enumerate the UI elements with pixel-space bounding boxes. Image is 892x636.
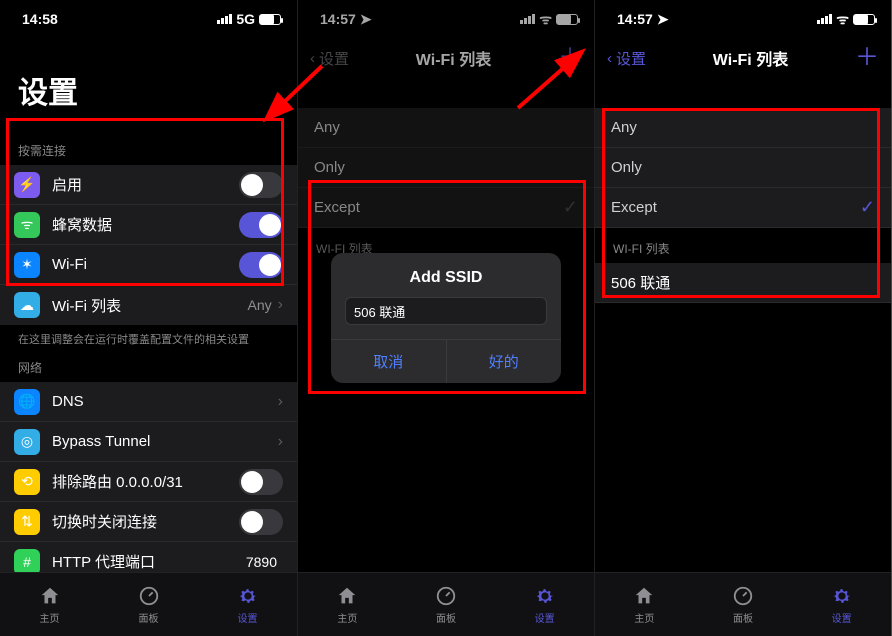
wifi-icon: ✶ bbox=[14, 252, 40, 278]
demand-note: 在这里调整会在运行时覆盖配置文件的相关设置 bbox=[0, 325, 297, 347]
option-except[interactable]: Except ✓ bbox=[595, 188, 891, 228]
wifi-item[interactable]: 506 联通 bbox=[595, 263, 891, 303]
row-http-port[interactable]: # HTTP 代理端口 7890 bbox=[0, 542, 297, 572]
location-icon: ➤ bbox=[360, 11, 372, 28]
chevron-left-icon: ‹ bbox=[310, 50, 315, 67]
battery-icon bbox=[556, 14, 578, 25]
screen-wifi-list-result: 14:57 ➤ ᯤ ‹ 设置 Wi-Fi 列表 ＋ Any Only Excep… bbox=[594, 0, 891, 636]
signal-icon bbox=[217, 14, 232, 24]
car-icon: ☁ bbox=[14, 292, 40, 318]
gauge-icon bbox=[732, 585, 754, 607]
tab-settings[interactable]: 设置 bbox=[198, 573, 297, 636]
screen-wifi-list-modal: 14:57 ➤ ᯤ ‹ 设置 Wi-Fi 列表 ＋ Any Only Excep… bbox=[297, 0, 594, 636]
tunnel-icon: ◎ bbox=[14, 429, 40, 455]
network-group: 🌐 DNS › ◎ Bypass Tunnel › ⟲ 排除路由 0.0.0.0… bbox=[0, 382, 297, 572]
gear-icon bbox=[534, 585, 556, 607]
home-icon bbox=[39, 585, 61, 607]
row-wifi-list[interactable]: ☁ Wi-Fi 列表 Any › bbox=[0, 285, 297, 325]
hash-icon: # bbox=[14, 549, 40, 573]
wifi-status-icon: ᯤ bbox=[539, 10, 552, 29]
nav-bar: ‹ 设置 Wi-Fi 列表 ＋ bbox=[595, 38, 891, 78]
home-icon bbox=[633, 585, 655, 607]
tab-home[interactable]: 主页 bbox=[595, 573, 694, 636]
row-enable[interactable]: ⚡ 启用 bbox=[0, 165, 297, 205]
option-only[interactable]: Only bbox=[595, 148, 891, 188]
wifi-status-icon: ᯤ bbox=[836, 10, 849, 29]
battery-icon bbox=[853, 14, 875, 25]
signal-icon bbox=[817, 14, 832, 24]
demand-group: ⚡ 启用 ᯤ 蜂窝数据 ✶ Wi-Fi ☁ Wi-Fi 列表 An bbox=[0, 165, 297, 325]
tab-home[interactable]: 主页 bbox=[298, 573, 397, 636]
wifi-section-label: WI-FI 列表 bbox=[595, 228, 891, 263]
gear-icon bbox=[237, 585, 259, 607]
toggle-exclude-route[interactable] bbox=[239, 469, 283, 495]
add-button[interactable]: ＋ bbox=[558, 46, 582, 70]
tab-settings[interactable]: 设置 bbox=[495, 573, 594, 636]
tab-panel[interactable]: 面板 bbox=[397, 573, 496, 636]
row-close-on-switch[interactable]: ⇅ 切换时关闭连接 bbox=[0, 502, 297, 542]
toggle-cellular[interactable] bbox=[239, 212, 283, 238]
add-button[interactable]: ＋ bbox=[855, 46, 879, 70]
network-type: 5G bbox=[236, 11, 255, 27]
row-dns[interactable]: 🌐 DNS › bbox=[0, 382, 297, 422]
globe-icon: 🌐 bbox=[14, 389, 40, 415]
toggle-enable[interactable] bbox=[239, 172, 283, 198]
option-any[interactable]: Any bbox=[595, 108, 891, 148]
status-bar: 14:57 ➤ ᯤ bbox=[298, 0, 594, 38]
antenna-icon: ᯤ bbox=[14, 212, 40, 238]
tab-panel[interactable]: 面板 bbox=[694, 573, 793, 636]
toggle-wifi[interactable] bbox=[239, 252, 283, 278]
tab-bar: 主页 面板 设置 bbox=[595, 572, 891, 636]
status-bar: 14:58 5G bbox=[0, 0, 297, 38]
tab-bar: 主页 面板 设置 bbox=[298, 572, 594, 636]
battery-icon bbox=[259, 14, 281, 25]
location-icon: ➤ bbox=[657, 11, 669, 28]
section-label-net: 网络 bbox=[0, 347, 297, 382]
chevron-right-icon: › bbox=[278, 296, 283, 314]
chevron-left-icon: ‹ bbox=[607, 50, 612, 67]
screen-settings: 14:58 5G 设置 按需连接 ⚡ 启用 ᯤ 蜂窝数据 bbox=[0, 0, 297, 636]
nav-title: Wi-Fi 列表 bbox=[416, 46, 491, 70]
wifi-section-label: WI-FI 列表 bbox=[298, 228, 594, 263]
route-icon: ⟲ bbox=[14, 469, 40, 495]
tab-bar: 主页 面板 设置 bbox=[0, 572, 297, 636]
switch-icon: ⇅ bbox=[14, 509, 40, 535]
back-button[interactable]: ‹ 设置 bbox=[310, 48, 349, 69]
option-any[interactable]: Any bbox=[298, 108, 594, 148]
row-cellular[interactable]: ᯤ 蜂窝数据 bbox=[0, 205, 297, 245]
row-bypass-tunnel[interactable]: ◎ Bypass Tunnel › bbox=[0, 422, 297, 462]
status-time: 14:57 bbox=[617, 11, 653, 27]
row-wifi[interactable]: ✶ Wi-Fi bbox=[0, 245, 297, 285]
status-time: 14:58 bbox=[22, 11, 58, 27]
option-only[interactable]: Only bbox=[298, 148, 594, 188]
nav-bar: ‹ 设置 Wi-Fi 列表 ＋ bbox=[298, 38, 594, 78]
checkmark-icon: ✓ bbox=[563, 197, 578, 218]
row-exclude-route[interactable]: ⟲ 排除路由 0.0.0.0/31 bbox=[0, 462, 297, 502]
status-bar: 14:57 ➤ ᯤ bbox=[595, 0, 891, 38]
signal-icon bbox=[520, 14, 535, 24]
section-label-demand: 按需连接 bbox=[0, 130, 297, 165]
status-time: 14:57 bbox=[320, 11, 356, 27]
page-title: 设置 bbox=[0, 38, 297, 130]
gauge-icon bbox=[138, 585, 160, 607]
tab-settings[interactable]: 设置 bbox=[792, 573, 891, 636]
chevron-right-icon: › bbox=[278, 393, 283, 411]
gauge-icon bbox=[435, 585, 457, 607]
tab-home[interactable]: 主页 bbox=[0, 573, 99, 636]
back-button[interactable]: ‹ 设置 bbox=[607, 48, 646, 69]
tab-panel[interactable]: 面板 bbox=[99, 573, 198, 636]
option-except[interactable]: Except ✓ bbox=[298, 188, 594, 228]
home-icon bbox=[336, 585, 358, 607]
toggle-close-on-switch[interactable] bbox=[239, 509, 283, 535]
checkmark-icon: ✓ bbox=[860, 197, 875, 218]
nav-title: Wi-Fi 列表 bbox=[713, 46, 788, 70]
chevron-right-icon: › bbox=[278, 433, 283, 451]
gear-icon bbox=[831, 585, 853, 607]
bolt-icon: ⚡ bbox=[14, 172, 40, 198]
